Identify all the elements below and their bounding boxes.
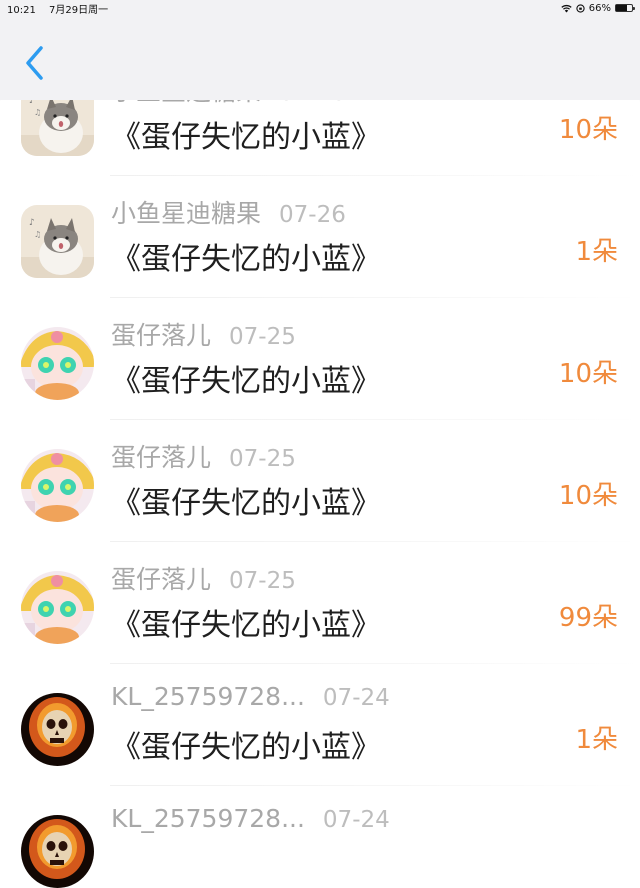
avatar[interactable] (21, 449, 94, 522)
status-right: 66% (561, 2, 635, 14)
record-date: 07-26 (279, 202, 346, 228)
work-title[interactable]: 《蛋仔失忆的小蓝》 (111, 600, 381, 644)
user-name[interactable]: KL_25759728... (111, 682, 305, 711)
record-date: 07-25 (229, 446, 296, 472)
gift-record-list: ♪♫ 小鱼星迪糖果07-26 《蛋仔失忆的小蓝》 10朵 ♪♫ 小鱼星迪糖果07… (0, 88, 640, 888)
svg-text:♫: ♫ (34, 108, 41, 117)
work-title[interactable]: 《蛋仔失忆的小蓝》 (111, 722, 381, 766)
user-line: 蛋仔落儿 07-25 (111, 438, 296, 474)
flower-count: 1朵 (575, 725, 618, 755)
list-item[interactable]: 蛋仔落儿 07-25 《蛋仔失忆的小蓝》 10朵 (0, 420, 640, 542)
flower-count: 10朵 (558, 481, 618, 511)
record-date: 07-24 (322, 685, 390, 711)
flower-count: 1朵 (575, 237, 618, 267)
user-line: 小鱼星迪糖果 07-26 (111, 194, 346, 230)
record-date: 07-25 (229, 568, 296, 594)
avatar[interactable] (21, 693, 94, 766)
list-item[interactable]: ♪ ♫ 小鱼星迪糖果 07-26 《蛋仔失忆的小蓝》 1朵 (0, 176, 640, 298)
user-line: 蛋仔落儿 07-25 (111, 316, 296, 352)
cat-avatar-image: ♪♫ (21, 205, 94, 278)
battery-percent: 66% (588, 2, 611, 14)
work-title[interactable]: 《蛋仔失忆的小蓝》 (111, 112, 381, 156)
status-left: 10:21 7月29日周一 (7, 1, 118, 16)
record-date: 07-24 (322, 807, 390, 833)
user-name[interactable]: 蛋仔落儿 (111, 321, 211, 350)
avatar[interactable]: ♪ ♫ (21, 205, 94, 278)
status-bar: 10:21 7月29日周一 66% (0, 0, 640, 16)
egg-avatar-image (21, 571, 94, 644)
flower-count: 10朵 (558, 359, 618, 389)
skull-avatar-image (21, 693, 94, 766)
chevron-left-icon (26, 46, 43, 80)
list-item[interactable]: 蛋仔落儿 07-25 《蛋仔失忆的小蓝》 10朵 (0, 298, 640, 420)
user-name[interactable]: 蛋仔落儿 (111, 443, 211, 472)
wifi-icon (561, 4, 572, 12)
back-button[interactable] (18, 43, 50, 83)
list-item[interactable]: ♪♫ 小鱼星迪糖果07-26 《蛋仔失忆的小蓝》 10朵 (0, 88, 640, 176)
avatar[interactable] (21, 327, 94, 400)
flower-count: 10朵 (558, 115, 618, 145)
skull-avatar-image (21, 815, 94, 888)
avatar[interactable] (21, 815, 94, 888)
user-name[interactable]: KL_25759728... (111, 804, 305, 833)
list-item[interactable]: 蛋仔落儿 07-25 《蛋仔失忆的小蓝》 99朵 (0, 542, 640, 664)
work-title[interactable]: 《蛋仔失忆的小蓝》 (111, 356, 381, 400)
list-item[interactable]: KL_25759728... 07-24 (0, 786, 640, 888)
egg-avatar-image (21, 327, 94, 400)
status-time: 10:21 (7, 4, 36, 16)
battery-icon (615, 4, 635, 12)
user-line: KL_25759728... 07-24 (111, 682, 390, 711)
user-line: KL_25759728... 07-24 (111, 804, 390, 833)
status-date: 7月29日周一 (49, 4, 109, 16)
list-item[interactable]: KL_25759728... 07-24 《蛋仔失忆的小蓝》 1朵 (0, 664, 640, 786)
work-title[interactable]: 《蛋仔失忆的小蓝》 (111, 234, 381, 278)
nav-header (0, 16, 640, 100)
flower-count: 99朵 (558, 603, 618, 633)
record-date: 07-25 (229, 324, 296, 350)
orientation-lock-icon (576, 3, 585, 13)
avatar[interactable] (21, 571, 94, 644)
user-name[interactable]: 小鱼星迪糖果 (111, 199, 261, 228)
user-line: 蛋仔落儿 07-25 (111, 560, 296, 596)
svg-text:♪: ♪ (29, 218, 35, 228)
user-name[interactable]: 蛋仔落儿 (111, 565, 211, 594)
svg-text:♫: ♫ (34, 230, 41, 239)
work-title[interactable]: 《蛋仔失忆的小蓝》 (111, 478, 381, 522)
battery-fill (616, 5, 627, 11)
egg-avatar-image (21, 449, 94, 522)
